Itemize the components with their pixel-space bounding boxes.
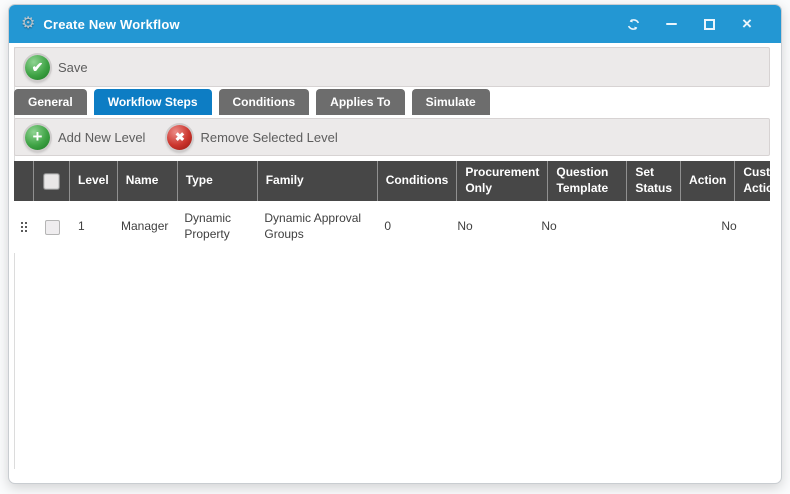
- col-header-procurement-only: Procurement Only: [457, 161, 548, 201]
- col-header-type: Type: [178, 161, 258, 201]
- remove-selected-level-button[interactable]: ✖ Remove Selected Level: [167, 125, 337, 150]
- row-checkbox[interactable]: [45, 220, 60, 235]
- tab-applies-to[interactable]: Applies To: [316, 89, 404, 115]
- col-header-question-template: Question Template: [548, 161, 627, 201]
- tab-bar: General Workflow Steps Conditions Applie…: [14, 89, 490, 115]
- add-new-level-button[interactable]: + Add New Level: [25, 125, 145, 150]
- minimize-icon[interactable]: [663, 16, 679, 32]
- col-header-drag: [14, 161, 34, 201]
- row-custom-actions-cell: No: [713, 219, 770, 235]
- col-header-set-status: Set Status: [627, 161, 681, 201]
- row-type-cell: Dynamic Property: [176, 211, 256, 242]
- table-header-row: Level Name Type Family Conditions Procur…: [14, 161, 770, 201]
- gear-icon: ⚙: [21, 16, 35, 32]
- drag-handle-icon[interactable]: [21, 222, 27, 232]
- col-header-select: [34, 161, 70, 201]
- save-toolbar: ✔ Save: [14, 47, 770, 87]
- tab-simulate[interactable]: Simulate: [412, 89, 490, 115]
- maximize-icon[interactable]: [701, 16, 717, 32]
- add-icon: +: [25, 125, 50, 150]
- window-controls: ×: [625, 16, 769, 32]
- remove-selected-level-label: Remove Selected Level: [200, 130, 337, 145]
- save-check-icon: ✔: [25, 55, 50, 80]
- col-header-custom-actions: Custom Actions: [735, 161, 782, 201]
- add-new-level-label: Add New Level: [58, 130, 145, 145]
- tab-workflow-steps[interactable]: Workflow Steps: [94, 89, 212, 115]
- col-header-family: Family: [258, 161, 378, 201]
- save-button-label: Save: [58, 60, 88, 75]
- row-conditions-cell: 0: [376, 219, 449, 235]
- refresh-icon[interactable]: [625, 16, 641, 32]
- tab-conditions[interactable]: Conditions: [219, 89, 310, 115]
- row-level-cell: 1: [70, 219, 113, 235]
- row-name-cell: Manager: [113, 219, 176, 235]
- close-icon[interactable]: ×: [739, 16, 755, 32]
- row-question-template-cell: No: [533, 219, 612, 235]
- select-all-checkbox[interactable]: [44, 174, 59, 189]
- tab-general[interactable]: General: [14, 89, 87, 115]
- save-button[interactable]: ✔ Save: [25, 55, 88, 80]
- col-header-conditions: Conditions: [378, 161, 458, 201]
- row-procurement-only-cell: No: [449, 219, 533, 235]
- row-select-cell: [34, 220, 70, 235]
- title-bar: ⚙ Create New Workflow ×: [9, 5, 781, 43]
- col-header-name: Name: [118, 161, 178, 201]
- workflow-steps-table: Level Name Type Family Conditions Procur…: [14, 161, 770, 253]
- create-new-workflow-window: ⚙ Create New Workflow × ✔ Save General: [8, 4, 782, 484]
- col-header-level: Level: [70, 161, 118, 201]
- table-row: 1 Manager Dynamic Property Dynamic Appro…: [14, 201, 770, 253]
- col-header-action: Action: [681, 161, 735, 201]
- row-family-cell: Dynamic Approval Groups: [256, 211, 376, 242]
- window-title: Create New Workflow: [43, 17, 179, 32]
- remove-icon: ✖: [167, 125, 192, 150]
- row-drag-cell: [14, 222, 34, 232]
- level-toolbar: + Add New Level ✖ Remove Selected Level: [14, 118, 770, 156]
